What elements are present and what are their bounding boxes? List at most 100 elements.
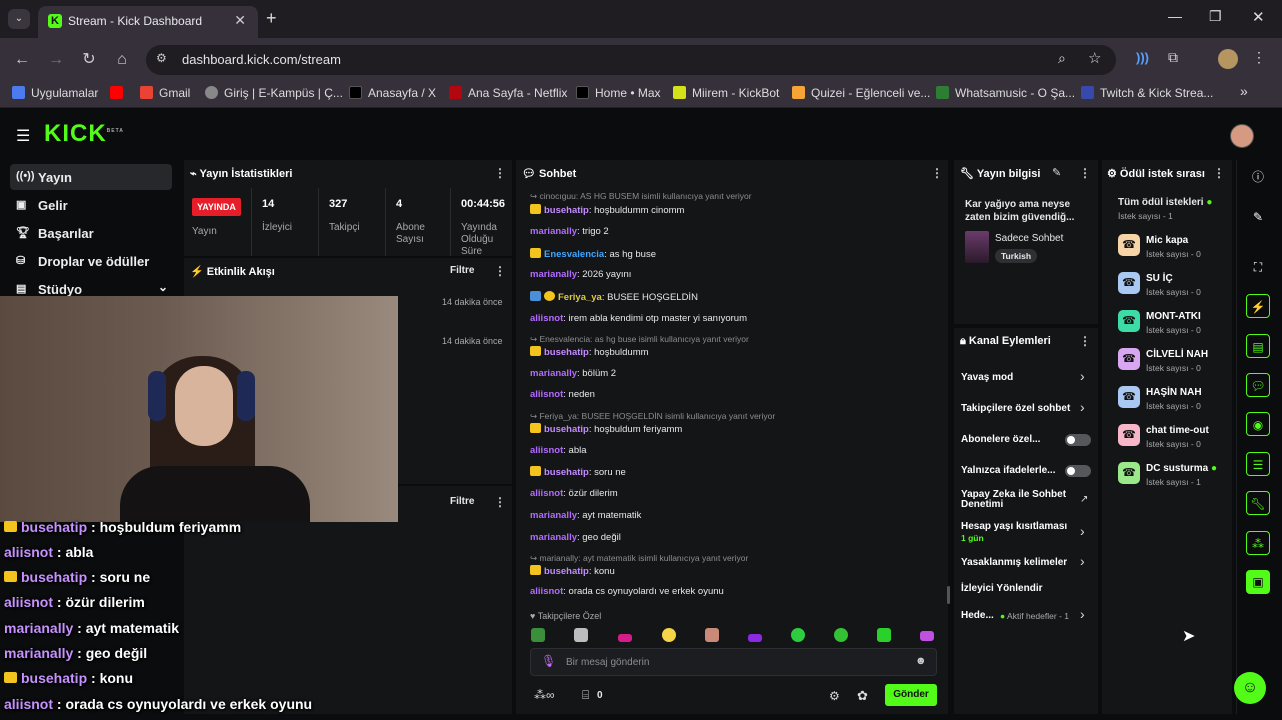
- rewards-menu-icon[interactable]: ⋮: [1213, 166, 1225, 180]
- kick-coins-icon[interactable]: ✿: [857, 688, 868, 704]
- rewards-toggle-icon[interactable]: ⁂: [1246, 531, 1270, 555]
- stats-panel-toggle-icon[interactable]: ▤: [1246, 334, 1270, 358]
- browser-menu-icon[interactable]: ⋮: [1252, 49, 1266, 66]
- reward-name[interactable]: CİLVELİ NAH: [1146, 349, 1208, 360]
- close-tab-icon[interactable]: ✕: [234, 12, 246, 29]
- subscribers-only-toggle[interactable]: [1065, 434, 1091, 446]
- emote-icon[interactable]: [618, 634, 632, 642]
- emotes-only-toggle[interactable]: [1065, 465, 1091, 477]
- emote-icon[interactable]: [920, 631, 934, 641]
- bookmark-kickbot[interactable]: Miirem - KickBot: [673, 86, 779, 100]
- edit-stream-icon[interactable]: ✎: [1052, 166, 1061, 179]
- external-link-icon[interactable]: ↗: [1080, 494, 1088, 505]
- chevron-right-icon[interactable]: ›: [1080, 399, 1085, 415]
- reward-name[interactable]: chat time-out: [1146, 425, 1209, 436]
- stream-info-menu-icon[interactable]: ⋮: [1079, 166, 1091, 180]
- zoom-icon[interactable]: ⌕: [1058, 50, 1066, 67]
- bookmark-x[interactable]: Anasayfa / X: [349, 86, 436, 100]
- stats-menu-icon[interactable]: ⋮: [494, 166, 506, 180]
- extensions-icon[interactable]: ⧉: [1168, 49, 1178, 66]
- chat-panel-toggle-icon[interactable]: 💬︎: [1246, 373, 1270, 397]
- reward-name[interactable]: DC susturma ●: [1146, 463, 1217, 474]
- chat-settings-icon[interactable]: ⚙: [829, 689, 840, 703]
- all-rewards-label[interactable]: Tüm ödül istekleri ●: [1118, 197, 1212, 208]
- kick-logo[interactable]: KICKBETA: [44, 120, 124, 148]
- emote-icon[interactable]: [531, 628, 545, 642]
- gift-icon[interactable]: ⌸: [582, 688, 589, 703]
- category-thumbnail[interactable]: [965, 231, 989, 263]
- bookmark-netflix[interactable]: Ana Sayfa - Netflix: [449, 86, 567, 100]
- activity-filter-button-2[interactable]: Filtre: [450, 496, 474, 507]
- emote-icon[interactable]: [877, 628, 891, 642]
- layout-toggle-icon[interactable]: ☰: [1246, 452, 1270, 476]
- chat-scrollbar[interactable]: [947, 586, 950, 604]
- close-window-icon[interactable]: ✕: [1252, 8, 1265, 26]
- sidebar-item-gelir[interactable]: ▣ Gelir: [10, 192, 172, 218]
- bookmark-max[interactable]: Home • Max: [576, 86, 661, 100]
- send-button[interactable]: Gönder: [885, 684, 937, 706]
- emoji-icon[interactable]: ☻: [915, 655, 927, 667]
- activity-menu-icon-2[interactable]: ⋮: [494, 495, 506, 509]
- raid-row[interactable]: İzleyici Yönlendir: [961, 583, 1043, 594]
- reward-name[interactable]: SU İÇ: [1146, 273, 1173, 284]
- bookmark-apps[interactable]: Uygulamalar: [12, 86, 98, 100]
- emote-icon[interactable]: [574, 628, 588, 642]
- banned-words-row[interactable]: Yasaklanmış kelimeler: [961, 557, 1067, 568]
- new-tab-icon[interactable]: +: [266, 8, 277, 29]
- minimize-icon[interactable]: —: [1168, 8, 1182, 24]
- help-chat-button[interactable]: ☺: [1234, 672, 1266, 704]
- chevron-right-icon[interactable]: ›: [1080, 368, 1085, 384]
- chevron-right-icon[interactable]: ›: [1080, 523, 1085, 539]
- bookmark-ekampus[interactable]: Giriş | E-Kampüs | Ç...: [205, 86, 343, 100]
- sidebar-item-basarilar[interactable]: 🏆︎ Başarılar: [10, 220, 172, 246]
- reward-name[interactable]: HAŞİN NAH: [1146, 387, 1202, 398]
- emote-icon[interactable]: [748, 634, 762, 642]
- bookmark-whatsamusic[interactable]: Whatsamusic - O Şa...: [936, 86, 1075, 100]
- browser-tab[interactable]: K Stream - Kick Dashboard ✕: [38, 6, 258, 38]
- ai-moderation-row[interactable]: Yapay Zeka ile Sohbet Denetimi: [961, 490, 1079, 510]
- slow-mode-row[interactable]: Yavaş mod: [961, 372, 1013, 383]
- bookmark-youtube[interactable]: [110, 86, 129, 100]
- user-avatar[interactable]: [1230, 124, 1254, 148]
- goals-row[interactable]: Hede...: [961, 610, 994, 621]
- activity-panel-toggle-icon[interactable]: ⚡: [1246, 294, 1270, 318]
- tab-search-button[interactable]: ⌄: [8, 9, 30, 29]
- tools-toggle-icon[interactable]: 🔧︎: [1246, 491, 1270, 515]
- extension-audio-icon[interactable]: ))): [1136, 50, 1149, 65]
- emote-icon[interactable]: [791, 628, 805, 642]
- forward-icon[interactable]: →: [44, 48, 68, 72]
- back-icon[interactable]: ←: [10, 48, 34, 72]
- restore-icon[interactable]: ❐: [1209, 8, 1222, 25]
- sidebar-item-droplar[interactable]: ⛁ Droplar ve ödüller: [10, 248, 172, 274]
- fullscreen-icon[interactable]: ⛶: [1246, 255, 1270, 279]
- bookmark-twitch-kick[interactable]: Twitch & Kick Strea...: [1081, 86, 1213, 100]
- reward-name[interactable]: Mic kapa: [1146, 235, 1188, 246]
- hamburger-menu-icon[interactable]: ☰: [16, 126, 30, 146]
- microphone-icon[interactable]: 🎙︎: [541, 654, 556, 668]
- activity-menu-icon[interactable]: ⋮: [494, 264, 506, 278]
- mod-tools-icon[interactable]: ▣: [1246, 570, 1270, 594]
- reward-name[interactable]: MONT-ATKI: [1146, 311, 1201, 322]
- emote-icon[interactable]: [662, 628, 676, 642]
- bookmark-quizei[interactable]: Quizei - Eğlenceli ve...: [792, 86, 930, 100]
- reload-icon[interactable]: ↻: [77, 48, 101, 72]
- broadcast-toggle-icon[interactable]: ◉: [1246, 412, 1270, 436]
- bookmark-gmail[interactable]: Gmail: [140, 86, 190, 100]
- points-icon[interactable]: ⁂∞: [534, 688, 555, 702]
- info-icon[interactable]: ⓘ: [1246, 165, 1270, 189]
- emote-icon[interactable]: [834, 628, 848, 642]
- home-icon[interactable]: ⌂: [110, 48, 134, 72]
- activity-filter-button[interactable]: Filtre: [450, 265, 474, 276]
- account-age-row[interactable]: Hesap yaşı kısıtlaması: [961, 521, 1067, 532]
- edit-icon[interactable]: ✎: [1246, 205, 1270, 229]
- channel-actions-menu-icon[interactable]: ⋮: [1079, 334, 1091, 348]
- sidebar-item-yayin[interactable]: ((•)) Yayın: [10, 164, 172, 190]
- bookmark-star-icon[interactable]: ☆: [1088, 49, 1101, 67]
- chevron-right-icon[interactable]: ›: [1080, 606, 1085, 622]
- url-text[interactable]: dashboard.kick.com/stream: [182, 52, 341, 67]
- category-name[interactable]: Sadece Sohbet: [995, 233, 1063, 244]
- chevron-right-icon[interactable]: ›: [1080, 553, 1085, 569]
- profile-avatar[interactable]: [1218, 49, 1238, 69]
- emote-icon[interactable]: [705, 628, 719, 642]
- site-info-icon[interactable]: ⚙: [156, 51, 167, 65]
